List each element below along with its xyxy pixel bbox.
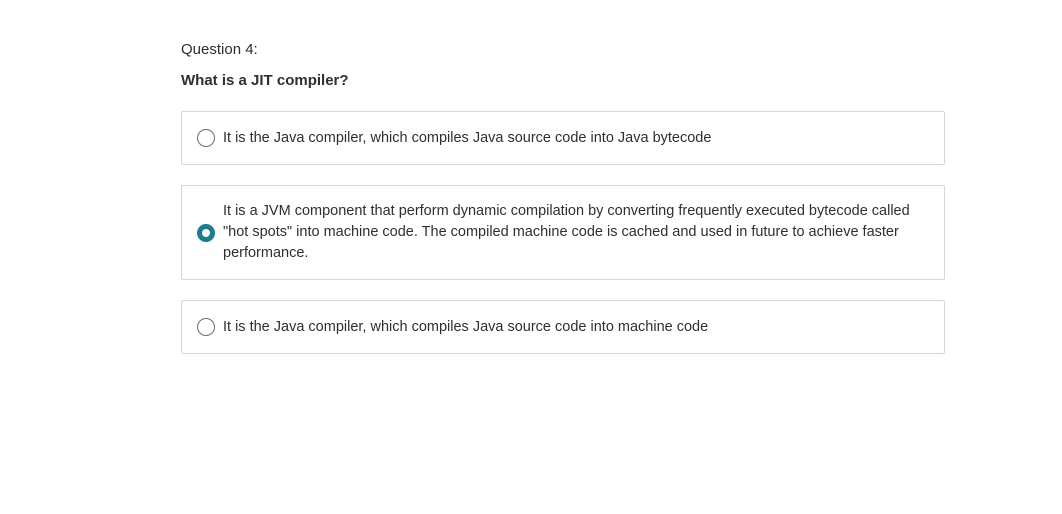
answer-option-2[interactable]: It is a JVM component that perform dynam…	[181, 185, 945, 280]
answer-option-text: It is the Java compiler, which compiles …	[223, 129, 712, 146]
answer-option-text: It is the Java compiler, which compiles …	[223, 318, 709, 335]
answer-option-1[interactable]: It is the Java compiler, which compiles …	[181, 111, 945, 165]
radio-button-unchecked-icon[interactable]	[197, 129, 215, 147]
question-prompt: What is a JIT compiler?	[181, 72, 349, 89]
answer-option-3[interactable]: It is the Java compiler, which compiles …	[181, 300, 945, 354]
radio-button-checked-icon[interactable]	[197, 223, 215, 242]
radio-button-unchecked-icon[interactable]	[197, 318, 215, 336]
answer-options: It is the Java compiler, which compiles …	[181, 111, 945, 354]
question-number: Question 4:	[181, 41, 258, 58]
quiz-question: Question 4: What is a JIT compiler? It i…	[181, 40, 945, 374]
answer-option-text: It is a JVM component that perform dynam…	[223, 203, 910, 261]
